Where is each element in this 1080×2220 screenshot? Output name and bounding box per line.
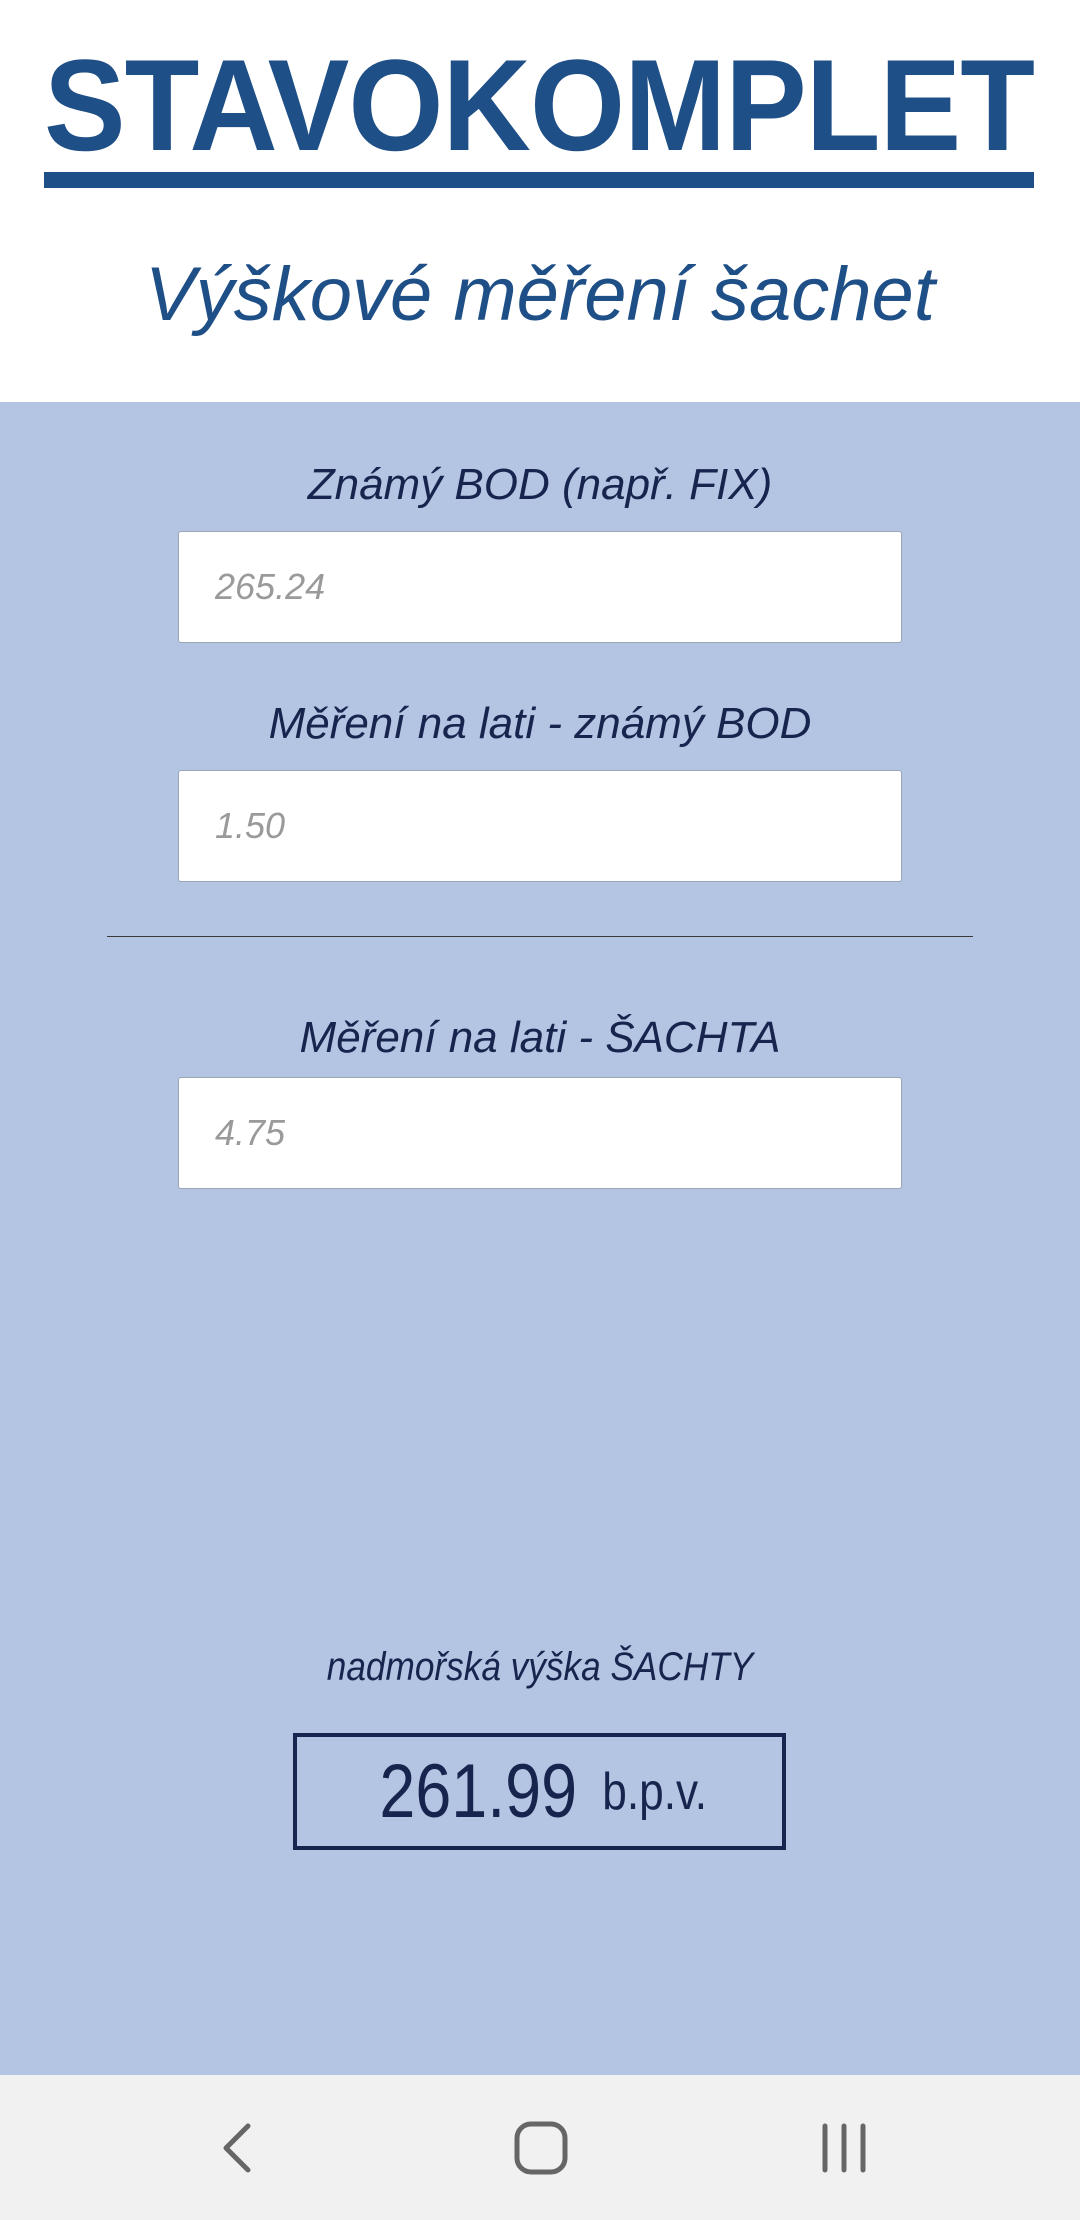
result-unit: b.p.v. — [602, 1763, 708, 1821]
divider — [107, 936, 973, 937]
company-logo: STAVOKOMPLET — [44, 32, 1035, 190]
system-navigation-bar — [0, 2075, 1080, 2220]
staff-reading-known-label: Měření na lati - známý BOD — [268, 699, 812, 748]
app-screen: STAVOKOMPLET Výškové měření šachet Známý… — [0, 0, 1080, 2220]
result-box: 261.99 b.p.v. — [293, 1733, 786, 1850]
header: STAVOKOMPLET Výškové měření šachet — [0, 0, 1080, 402]
logo-underline — [44, 172, 1034, 188]
recents-button[interactable] — [764, 2075, 924, 2220]
calculator-panel: Známý BOD (např. FIX) Měření na lati - z… — [0, 402, 1080, 2075]
recents-icon — [822, 2123, 866, 2172]
home-button[interactable] — [461, 2075, 621, 2220]
staff-reading-shaft-label: Měření na lati - ŠACHTA — [299, 1013, 781, 1062]
known-point-input[interactable] — [178, 531, 902, 643]
known-point-label: Známý BOD (např. FIX) — [307, 460, 773, 509]
logo-text: STAVOKOMPLET — [44, 32, 1035, 178]
staff-reading-known-input[interactable] — [178, 770, 902, 882]
result-value: 261.99 — [379, 1749, 578, 1834]
staff-reading-shaft-input[interactable] — [178, 1077, 902, 1189]
result-label: nadmořská výška ŠACHTY — [326, 1645, 754, 1689]
page-title: Výškové měření šachet — [145, 252, 935, 337]
home-icon — [514, 2121, 568, 2174]
back-button[interactable] — [158, 2075, 318, 2220]
chevron-left-icon — [223, 2123, 251, 2172]
